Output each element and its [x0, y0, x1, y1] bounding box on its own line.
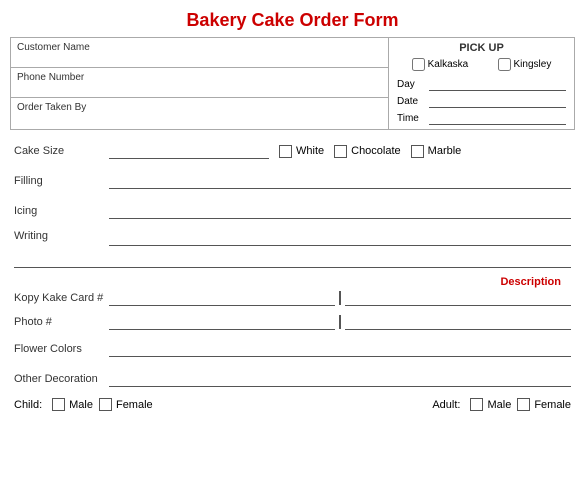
child-female-checkbox[interactable]: [99, 398, 112, 411]
photo-divider: [339, 315, 341, 329]
filling-row: Filling: [14, 170, 571, 192]
other-decoration-row: Other Decoration: [14, 368, 571, 390]
flower-colors-input[interactable]: [109, 341, 571, 357]
page-title: Bakery Cake Order Form: [10, 10, 575, 31]
pickup-locations: Kalkaska Kingsley: [397, 58, 566, 71]
child-label: Child:: [14, 399, 42, 411]
pickup-section: PICK UP Kalkaska Kingsley Day Date Time: [389, 38, 574, 129]
description-section: Description Kopy Kake Card # Photo # Flo…: [14, 276, 571, 411]
marble-option: Marble: [411, 145, 462, 158]
top-section: Customer Name Phone Number Order Taken B…: [10, 37, 575, 130]
photo-row: Photo #: [14, 314, 571, 330]
photo-left-input[interactable]: [109, 314, 335, 330]
cake-size-input[interactable]: [109, 143, 269, 159]
date-label: Date: [397, 96, 425, 107]
child-section: Child: Male Female: [14, 398, 153, 411]
day-label: Day: [397, 79, 425, 90]
chocolate-option: Chocolate: [334, 145, 401, 158]
child-male-checkbox[interactable]: [52, 398, 65, 411]
kopy-kake-label: Kopy Kake Card #: [14, 292, 109, 304]
adult-female-checkbox[interactable]: [517, 398, 530, 411]
icing-input[interactable]: [109, 203, 571, 219]
adult-male-option: Male: [470, 398, 511, 411]
other-decoration-label: Other Decoration: [14, 373, 109, 385]
kalkaska-label: Kalkaska: [428, 59, 469, 70]
phone-number-row: Phone Number: [11, 68, 388, 98]
date-row: Date: [397, 94, 566, 108]
date-input[interactable]: [429, 94, 566, 108]
kopy-kake-right-input[interactable]: [345, 290, 571, 306]
kopy-kake-row: Kopy Kake Card #: [14, 290, 571, 306]
form-body: Cake Size White Chocolate Marble Filling…: [10, 140, 575, 411]
other-decoration-input[interactable]: [109, 371, 571, 387]
child-male-option: Male: [52, 398, 93, 411]
writing-label: Writing: [14, 230, 109, 246]
pickup-title: PICK UP: [397, 42, 566, 54]
kopy-kake-divider: [339, 291, 341, 305]
white-label: White: [296, 145, 324, 157]
writing-row: Writing: [14, 230, 571, 268]
time-row: Time: [397, 111, 566, 125]
chocolate-label: Chocolate: [351, 145, 401, 157]
cake-options: White Chocolate Marble: [279, 145, 461, 158]
photo-right-input[interactable]: [345, 314, 571, 330]
child-female-label: Female: [116, 399, 153, 411]
description-header: Description: [14, 276, 571, 288]
location-kingsley: Kingsley: [498, 58, 552, 71]
marble-checkbox[interactable]: [411, 145, 424, 158]
customer-name-label: Customer Name: [17, 42, 90, 53]
child-male-label: Male: [69, 399, 93, 411]
chocolate-checkbox[interactable]: [334, 145, 347, 158]
white-option: White: [279, 145, 324, 158]
location-kalkaska: Kalkaska: [412, 58, 469, 71]
writing-row-inner: Writing: [14, 230, 571, 246]
marble-label: Marble: [428, 145, 462, 157]
day-input[interactable]: [429, 77, 566, 91]
order-taken-row: Order Taken By: [11, 98, 388, 128]
writing-input[interactable]: [109, 230, 571, 246]
kalkaska-checkbox[interactable]: [412, 58, 425, 71]
filling-input[interactable]: [109, 173, 571, 189]
adult-female-option: Female: [517, 398, 571, 411]
photo-label: Photo #: [14, 316, 109, 328]
white-checkbox[interactable]: [279, 145, 292, 158]
flower-colors-row: Flower Colors: [14, 338, 571, 360]
day-row: Day: [397, 77, 566, 91]
adult-section: Adult: Male Female: [432, 398, 571, 411]
child-female-option: Female: [99, 398, 153, 411]
filling-label: Filling: [14, 175, 109, 187]
pickup-fields: Day Date Time: [397, 77, 566, 125]
icing-label: Icing: [14, 205, 109, 217]
kopy-kake-left-input[interactable]: [109, 290, 335, 306]
writing-extra-input[interactable]: [14, 252, 571, 268]
flower-colors-label: Flower Colors: [14, 343, 109, 355]
time-input[interactable]: [429, 111, 566, 125]
adult-male-checkbox[interactable]: [470, 398, 483, 411]
time-label: Time: [397, 113, 425, 124]
cake-size-label: Cake Size: [14, 145, 109, 157]
top-left-fields: Customer Name Phone Number Order Taken B…: [11, 38, 389, 129]
phone-number-label: Phone Number: [17, 72, 84, 83]
child-adult-row: Child: Male Female Adult: Male: [14, 398, 571, 411]
kingsley-checkbox[interactable]: [498, 58, 511, 71]
cake-size-row: Cake Size White Chocolate Marble: [14, 140, 571, 162]
adult-label: Adult:: [432, 399, 460, 411]
customer-name-row: Customer Name: [11, 38, 388, 68]
adult-female-label: Female: [534, 399, 571, 411]
description-label: Description: [500, 276, 561, 288]
icing-row: Icing: [14, 200, 571, 222]
adult-male-label: Male: [487, 399, 511, 411]
kingsley-label: Kingsley: [514, 59, 552, 70]
order-taken-label: Order Taken By: [17, 102, 86, 113]
